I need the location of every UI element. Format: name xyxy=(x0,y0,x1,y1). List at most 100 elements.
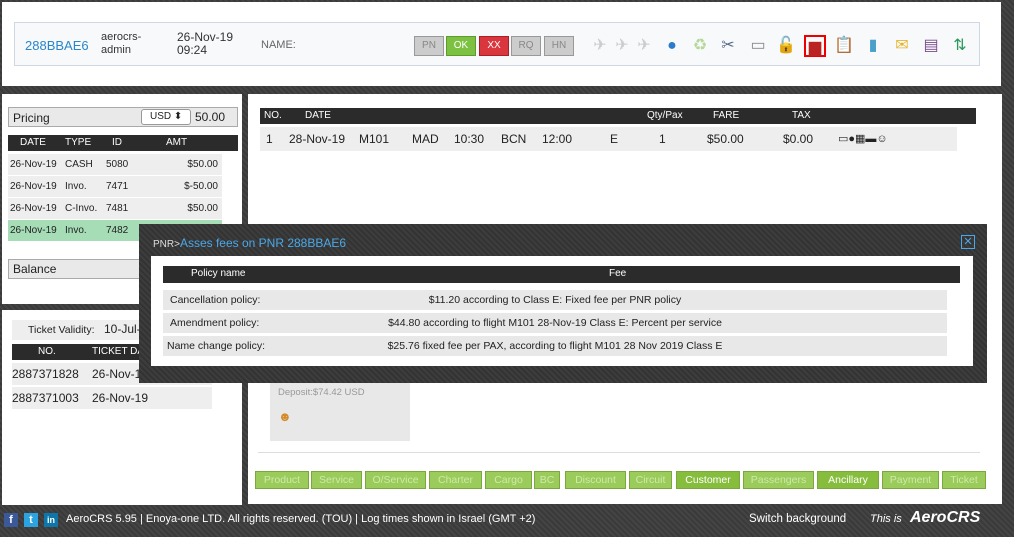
plane-icon-2[interactable]: ✈ xyxy=(611,35,633,57)
time-text: 09:24 xyxy=(177,43,208,57)
col-date: DATE xyxy=(20,137,46,148)
row-type: Invo. xyxy=(65,225,87,236)
row-date: 26-Nov-19 xyxy=(10,181,57,192)
seg-date: 28-Nov-19 xyxy=(289,132,346,146)
pnr-summary-bar: 288BBAE6 aerocrs- admin 26-Nov-19 09:24 … xyxy=(14,22,980,66)
col-amt: AMT xyxy=(166,137,188,148)
pricing-amount: 50.00 xyxy=(195,110,226,124)
row-type: C-Invo. xyxy=(65,203,98,214)
scissors-icon[interactable]: ✂ xyxy=(717,35,739,57)
col-type: TYPE xyxy=(65,137,92,148)
switch-background-link[interactable]: Switch background xyxy=(749,513,846,525)
datetime: 26-Nov-19 09:24 xyxy=(177,31,233,57)
mail-icon[interactable]: ✉ xyxy=(891,35,913,57)
calculator-icon[interactable]: ▆ xyxy=(804,35,826,57)
col-policy-name: Policy name xyxy=(191,268,246,279)
name-label: NAME: xyxy=(261,39,296,51)
row-amt: $-50.00 xyxy=(184,181,218,192)
tab-discount[interactable]: Discount xyxy=(565,471,626,489)
seg-arr: 12:00 xyxy=(542,132,573,146)
table-row[interactable]: Amendment policy: $44.80 according to fl… xyxy=(163,313,947,333)
mobile-icon[interactable]: ▮ xyxy=(862,35,884,57)
policy-fee: $11.20 according to Class E: Fixed fee p… xyxy=(428,294,682,306)
row-date: 26-Nov-19 xyxy=(10,225,57,236)
currency-select[interactable]: USD ⬍ xyxy=(141,109,191,125)
seg-qty: 1 xyxy=(659,132,666,146)
segments-table-header: NO. DATE Qty/Pax FARE TAX xyxy=(260,108,976,124)
ticket-no: 2887371003 xyxy=(12,391,79,405)
edit-icon[interactable]: ▭ xyxy=(747,35,769,57)
col-fee: Fee xyxy=(609,268,627,279)
policy-fee: $25.76 fixed fee per PAX, according to f… xyxy=(387,340,723,352)
segment-action-icons[interactable]: ▭●▦▬☺ xyxy=(838,127,888,151)
table-row[interactable]: 26-Nov-19 Invo. 7471 $-50.00 xyxy=(8,176,222,198)
tab-ancillary[interactable]: Ancillary xyxy=(817,471,879,489)
brand-prefix: This is xyxy=(870,513,902,525)
facebook-icon[interactable]: f xyxy=(4,513,18,527)
seg-tax: $0.00 xyxy=(783,132,814,146)
row-amt: $50.00 xyxy=(187,159,218,170)
plane-icon[interactable]: ✈ xyxy=(589,35,611,57)
close-icon[interactable]: ✕ xyxy=(961,235,975,249)
twitter-icon[interactable]: t xyxy=(24,513,38,527)
tab-customer[interactable]: Customer xyxy=(676,471,740,489)
printer-icon[interactable]: ▤ xyxy=(920,35,942,57)
ticket-date: 26-Nov-1 xyxy=(92,367,142,381)
table-row-void[interactable]: 2887371003 26-Nov-19 xyxy=(12,387,212,409)
row-date: 26-Nov-19 xyxy=(10,159,57,170)
fees-table-header: Policy name Fee xyxy=(163,266,960,283)
seg-flight: M101 xyxy=(359,132,390,146)
user-line-1: aerocrs- xyxy=(101,31,142,43)
col-ticket-no: NO. xyxy=(38,346,56,357)
clipboard-icon[interactable]: 📋 xyxy=(833,35,855,57)
status-hn-button[interactable]: HN xyxy=(544,36,574,56)
tab-charter[interactable]: Charter xyxy=(429,471,482,489)
row-amt: $50.00 xyxy=(187,203,218,214)
plane-icon-3[interactable]: ✈ xyxy=(633,35,655,57)
deposit-box: Deposit:$74.42 USD ☻ xyxy=(270,379,410,441)
status-pn-button[interactable]: PN xyxy=(414,36,444,56)
status-xx-button[interactable]: XX xyxy=(479,36,509,56)
seg-no: 1 xyxy=(266,132,273,146)
pnr-code[interactable]: 288BBAE6 xyxy=(25,38,89,53)
col-ticket-date: TICKET DA xyxy=(92,346,145,357)
ticket-date: 26-Nov-19 xyxy=(92,391,149,405)
person-icon[interactable]: ☻ xyxy=(278,409,292,424)
pricing-table-header: DATE TYPE ID AMT xyxy=(8,135,238,151)
col-qty: Qty/Pax xyxy=(647,110,683,121)
tab-ticket[interactable]: Ticket xyxy=(942,471,986,489)
validity-value[interactable]: 10-Jul- xyxy=(104,322,141,336)
row-type: CASH xyxy=(65,159,93,170)
tab-passengers[interactable]: Passengers xyxy=(743,471,814,489)
tab-cargo[interactable]: Cargo xyxy=(485,471,532,489)
globe-icon[interactable]: ● xyxy=(661,35,683,57)
status-ok-button[interactable]: OK xyxy=(446,36,476,56)
table-row[interactable]: 26-Nov-19 C-Invo. 7481 $50.00 xyxy=(8,198,222,220)
tab-bc[interactable]: BC xyxy=(534,471,560,489)
table-row[interactable]: 26-Nov-19 CASH 5080 $50.00 xyxy=(8,154,222,176)
user-name: aerocrs- admin xyxy=(101,31,161,57)
row-id: 5080 xyxy=(106,159,129,170)
recycle-icon[interactable]: ♻ xyxy=(689,35,711,57)
tab-circuit[interactable]: Circuit xyxy=(629,471,672,489)
fees-table: Policy name Fee Cancellation policy: $11… xyxy=(151,256,973,366)
segment-row[interactable]: 1 28-Nov-19 M101 MAD 10:30 BCN 12:00 E 1… xyxy=(260,127,957,151)
tab-product[interactable]: Product xyxy=(255,471,309,489)
seg-from: MAD xyxy=(412,132,439,146)
tab-payment[interactable]: Payment xyxy=(882,471,939,489)
asses-fees-dialog: PNR>Asses fees on PNR 288BBAE6 ✕ Policy … xyxy=(139,224,987,383)
tab-service[interactable]: Service xyxy=(311,471,362,489)
tab-oservice[interactable]: O/Service xyxy=(365,471,426,489)
row-type: Invo. xyxy=(65,181,87,192)
refresh-icon[interactable]: ⇅ xyxy=(949,35,971,57)
pricing-header: Pricing USD ⬍ 50.00 xyxy=(8,107,238,127)
linkedin-icon[interactable]: in xyxy=(44,513,58,527)
table-row[interactable]: Cancellation policy: $11.20 according to… xyxy=(163,290,947,310)
table-row[interactable]: Name change policy: $25.76 fixed fee per… xyxy=(163,336,947,356)
dialog-title-prefix: PNR> xyxy=(153,239,180,250)
lock-icon[interactable]: 🔓 xyxy=(775,35,797,57)
aerocrs-logo: AeroCRS xyxy=(910,509,981,526)
status-rq-button[interactable]: RQ xyxy=(511,36,541,56)
dialog-title-text: Asses fees on PNR 288BBAE6 xyxy=(179,236,347,250)
col-fare: FARE xyxy=(713,110,740,121)
